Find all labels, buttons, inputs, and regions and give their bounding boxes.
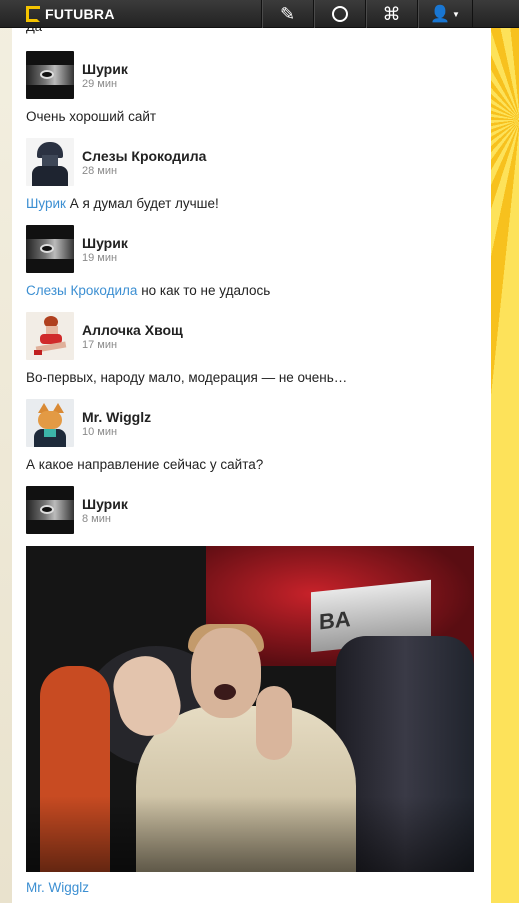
comment-author-block: Mr. Wigglz 10 мин — [26, 399, 466, 447]
comment-author-block: Слезы Крокодила 28 мин — [26, 138, 466, 186]
avatar[interactable] — [26, 486, 74, 534]
left-gutter — [0, 0, 12, 903]
compose-icon: ✎ — [279, 3, 296, 24]
chevron-down-icon: ▼ — [452, 9, 460, 19]
author-name[interactable]: Mr. Wigglz — [82, 409, 151, 425]
author-name[interactable]: Аллочка Хвощ — [82, 322, 183, 338]
timestamp: 8 мин — [82, 513, 111, 525]
logo-icon — [26, 6, 40, 22]
comment-author-block: Аллочка Хвощ 17 мин — [26, 312, 466, 360]
circle-button[interactable] — [313, 0, 365, 28]
avatar[interactable] — [26, 312, 74, 360]
command-button[interactable]: ⌘ — [365, 0, 417, 28]
mention-link[interactable]: Шурик — [26, 196, 66, 211]
message-text: Слезы Крокодила но как то не удалось — [26, 283, 271, 298]
user-menu-button[interactable]: 👤 ▼ — [417, 0, 473, 28]
avatar[interactable] — [26, 399, 74, 447]
circle-icon — [331, 6, 348, 22]
compose-button[interactable]: ✎ — [261, 0, 313, 28]
timestamp: 19 мин — [82, 252, 118, 264]
timestamp: 10 мин — [82, 426, 118, 438]
avatar[interactable] — [26, 51, 74, 99]
posted-photo[interactable]: BA — [26, 546, 474, 872]
timestamp: 28 мин — [82, 165, 118, 177]
timestamp: 29 мин — [82, 78, 118, 90]
message-text: Шурик А я думал будет лучше! — [26, 196, 219, 211]
user-icon: 👤 — [430, 6, 450, 23]
timestamp: 17 мин — [82, 339, 118, 351]
comment-author-block: Шурик 19 мин — [26, 225, 466, 273]
avatar[interactable] — [26, 225, 74, 273]
site-logo[interactable]: FUTUBRA — [26, 4, 115, 24]
author-name[interactable]: Шурик — [82, 61, 128, 77]
mention-link[interactable]: Слезы Крокодила — [26, 283, 137, 298]
comment-author-block: Шурик 29 мин — [26, 51, 466, 99]
author-name[interactable]: Слезы Крокодила — [82, 148, 206, 164]
mention-link[interactable]: Mr. Wigglz — [26, 880, 89, 895]
comments-feed: Да Шурик 29 мин Очень хороший сайт Слезы… — [12, 28, 491, 903]
logo-text: FUTUBRA — [45, 6, 115, 22]
command-icon: ⌘ — [382, 3, 401, 24]
avatar[interactable] — [26, 138, 74, 186]
message-text: Да — [26, 28, 42, 34]
top-navbar: FUTUBRA ✎ ⌘ 👤 ▼ — [0, 0, 519, 28]
message-text: Очень хороший сайт — [26, 109, 157, 124]
message-text: А какое направление сейчас у сайта? — [26, 457, 264, 472]
author-name[interactable]: Шурик — [82, 235, 128, 251]
comment-author-block: Шурик 8 мин — [26, 486, 466, 534]
message-text: Во-первых, народу мало, модерация — не о… — [26, 370, 348, 385]
author-name[interactable]: Шурик — [82, 496, 128, 512]
